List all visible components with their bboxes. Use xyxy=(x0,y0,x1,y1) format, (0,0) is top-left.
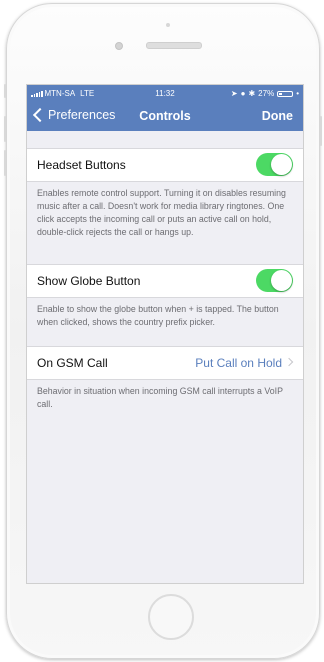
battery-fill xyxy=(279,92,283,95)
volume-down-button xyxy=(4,150,6,176)
status-right: ➤ ● ✱ 27% • xyxy=(231,89,299,98)
power-button xyxy=(320,116,322,146)
bluetooth-icon: ✱ xyxy=(248,89,256,98)
volume-up-button xyxy=(4,116,6,142)
show-globe-button-row: Show Globe Button xyxy=(27,264,303,298)
gsm-call-label: On GSM Call xyxy=(37,356,108,370)
earpiece-speaker xyxy=(146,42,202,49)
chevron-right-icon xyxy=(284,357,294,367)
gsm-call-value: Put Call on Hold xyxy=(195,356,282,370)
navigation-bar: Preferences Controls Done xyxy=(27,101,303,131)
status-bar: MTN-SA LTE 11:32 ➤ ● ✱ 27% • xyxy=(27,85,303,101)
show-globe-button-toggle[interactable] xyxy=(256,269,293,292)
gsm-call-description: Behavior in situation when incoming GSM … xyxy=(37,386,283,409)
alarm-icon: ● xyxy=(240,89,246,98)
toggle-knob xyxy=(271,154,292,175)
proximity-sensor xyxy=(166,23,170,27)
done-button[interactable]: Done xyxy=(262,109,293,123)
charging-icon: • xyxy=(296,89,299,98)
headset-buttons-label: Headset Buttons xyxy=(37,158,126,172)
home-button[interactable] xyxy=(148,594,194,640)
gsm-call-row[interactable]: On GSM Call Put Call on Hold xyxy=(27,346,303,380)
app-screen: MTN-SA LTE 11:32 ➤ ● ✱ 27% • Preferences… xyxy=(26,84,304,584)
headset-buttons-toggle[interactable] xyxy=(256,153,293,176)
battery-icon xyxy=(277,90,294,97)
location-icon: ➤ xyxy=(230,89,238,98)
show-globe-button-label: Show Globe Button xyxy=(37,274,141,288)
silent-switch xyxy=(4,84,6,98)
front-camera xyxy=(115,42,123,50)
headset-buttons-row: Headset Buttons xyxy=(27,148,303,182)
toggle-knob xyxy=(271,270,292,291)
headset-buttons-description: Enables remote control support. Turning … xyxy=(37,188,286,237)
battery-percent: 27% xyxy=(258,89,275,98)
show-globe-button-description: Enable to show the globe button when + i… xyxy=(37,304,279,327)
